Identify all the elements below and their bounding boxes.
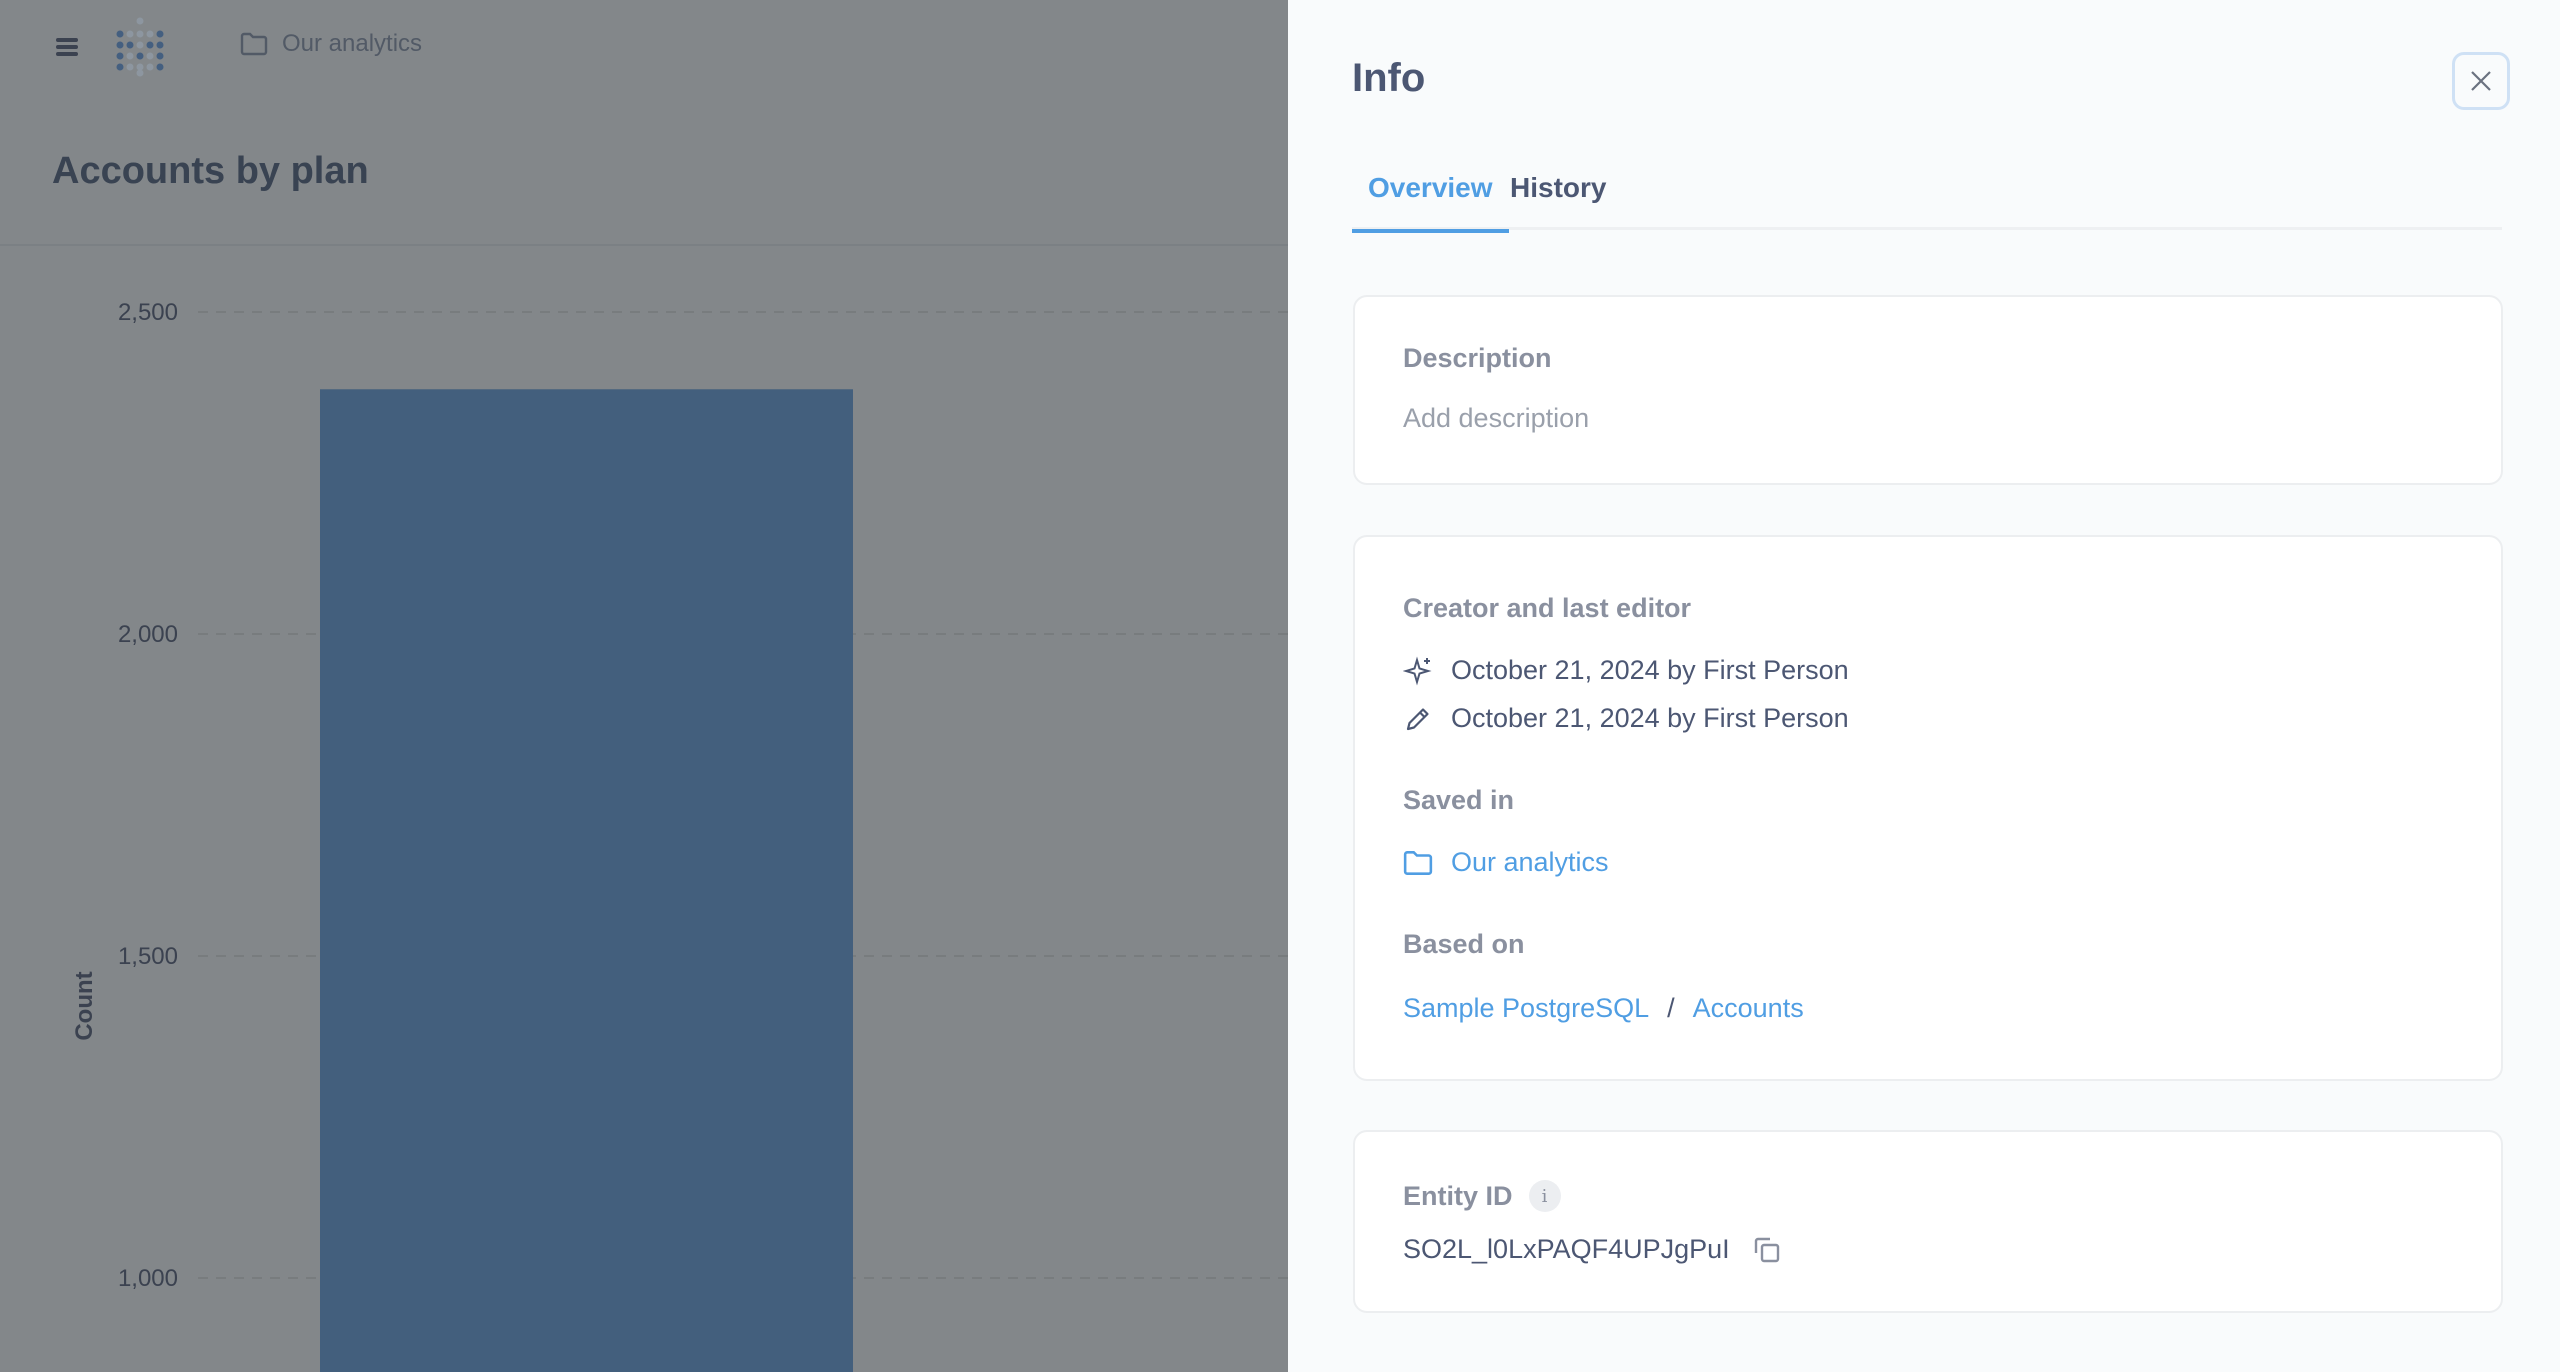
- description-card: Description Add description: [1353, 295, 2503, 485]
- page-title: Accounts by plan: [52, 150, 369, 192]
- entity-id-label-row: Entity ID i: [1403, 1180, 1561, 1212]
- panel-title: Info: [1352, 56, 1426, 100]
- main-content: Our analytics Accounts by plan 2,500 2,00…: [0, 0, 1288, 1372]
- details-card: Creator and last editor October 21, 2024…: [1353, 535, 2503, 1081]
- based-on-row: Sample PostgreSQL / Accounts: [1403, 993, 1804, 1024]
- tab-bar: Overview History: [1352, 160, 2502, 233]
- entity-id-value: SO2L_l0LxPAQF4UPJgPuI: [1403, 1234, 1730, 1264]
- copy-icon[interactable]: [1752, 1235, 1782, 1265]
- pencil-icon: [1406, 707, 1429, 730]
- created-text: October 21, 2024 by First Person: [1451, 655, 1849, 685]
- tab-history[interactable]: History: [1510, 172, 1622, 230]
- top-bar: Our analytics: [0, 0, 1288, 95]
- description-label: Description: [1403, 343, 1552, 373]
- entity-id-card: Entity ID i SO2L_l0LxPAQF4UPJgPuI: [1353, 1130, 2503, 1313]
- edited-text: October 21, 2024 by First Person: [1451, 703, 1849, 733]
- path-separator: /: [1667, 993, 1675, 1023]
- y-tick-label: 2,500: [118, 299, 178, 326]
- entity-id-label: Entity ID: [1403, 1180, 1513, 1211]
- y-axis-label: Count: [71, 971, 98, 1040]
- y-tick-label: 1,000: [118, 1265, 178, 1292]
- saved-in-link[interactable]: Our analytics: [1403, 847, 1609, 878]
- metabase-logo[interactable]: [112, 14, 168, 80]
- folder-icon: [240, 32, 268, 56]
- collection-name: Our analytics: [1451, 847, 1609, 877]
- hamburger-icon[interactable]: [56, 36, 78, 58]
- creator-label: Creator and last editor: [1403, 593, 1692, 623]
- table-link[interactable]: Accounts: [1693, 993, 1804, 1024]
- based-on-label: Based on: [1403, 929, 1525, 959]
- y-tick-label: 1,500: [118, 943, 178, 970]
- database-link[interactable]: Sample PostgreSQL: [1403, 993, 1649, 1024]
- description-input[interactable]: Add description: [1403, 403, 1589, 434]
- bar: [320, 389, 853, 1372]
- breadcrumb-label: Our analytics: [282, 30, 423, 57]
- info-icon[interactable]: i: [1528, 1180, 1561, 1212]
- folder-icon: [1403, 850, 1433, 875]
- bar-chart: 2,500 2,000 1,500 1,000 Count: [71, 299, 1288, 1372]
- close-icon: [2471, 71, 2491, 91]
- sparkle-icon: [1403, 655, 1432, 686]
- info-panel: Info Overview History Description Add de…: [1288, 0, 2560, 1372]
- close-button[interactable]: [2452, 52, 2510, 110]
- breadcrumb[interactable]: Our analytics: [240, 30, 422, 58]
- tab-overview[interactable]: Overview: [1352, 172, 1509, 233]
- created-row: October 21, 2024 by First Person: [1403, 655, 1849, 686]
- saved-in-label: Saved in: [1403, 785, 1515, 815]
- entity-id-row: SO2L_l0LxPAQF4UPJgPuI: [1403, 1234, 1782, 1265]
- y-tick-label: 2,000: [118, 621, 178, 648]
- edited-row: October 21, 2024 by First Person: [1403, 703, 1849, 734]
